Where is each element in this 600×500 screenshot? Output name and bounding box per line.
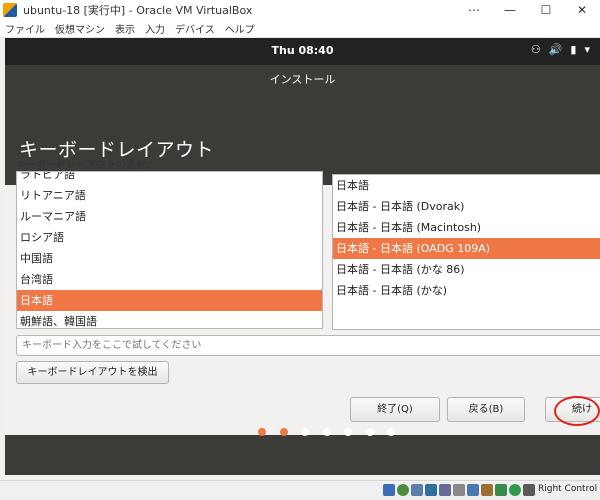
variant-list[interactable]: 日本語 日本語 - 日本語 (Dvorak) 日本語 - 日本語 (Macint…	[332, 174, 600, 330]
keyboard-test-input[interactable]	[16, 335, 600, 356]
list-item[interactable]: 日本語	[333, 175, 600, 196]
installer-footer	[5, 435, 600, 475]
menu-devices[interactable]: デバイス	[170, 21, 220, 36]
audio-icon[interactable]	[411, 484, 423, 496]
detect-layout-button[interactable]: キーボードレイアウトを検出	[16, 361, 169, 384]
progress-dot	[279, 428, 288, 436]
battery-icon[interactable]: ▮	[570, 43, 576, 56]
ubuntu-top-bar: Thu 08:40 ⚇ 🔊 ▮ ▾	[5, 38, 600, 65]
display-icon[interactable]	[467, 484, 479, 496]
virtualbox-logo-icon	[3, 3, 17, 17]
shared-folders-icon[interactable]	[453, 484, 465, 496]
list-item-selected[interactable]: 日本語	[17, 290, 322, 311]
network-adapter-icon[interactable]	[425, 484, 437, 496]
list-item[interactable]: 台湾語	[17, 269, 322, 290]
menu-view[interactable]: 表示	[110, 21, 140, 36]
usb-icon[interactable]	[439, 484, 451, 496]
keyboard-icon[interactable]	[523, 484, 535, 496]
progress-dot	[258, 428, 266, 436]
progress-dot	[365, 428, 374, 436]
window-titlebar: ubuntu-18 [実行中] - Oracle VM VirtualBox ⋯…	[0, 0, 600, 20]
list-item[interactable]: 日本語 - 日本語 (かな 86)	[333, 259, 600, 280]
clock[interactable]: Thu 08:40	[5, 44, 600, 57]
menu-file[interactable]: ファイル	[0, 21, 50, 36]
list-item[interactable]: 日本語 - 日本語 (かな)	[333, 280, 600, 301]
mouse-integration-icon[interactable]	[509, 484, 521, 496]
list-item[interactable]: ラトビア語	[17, 172, 322, 185]
menu-machine[interactable]: 仮想マシン	[50, 21, 110, 36]
installer-window-title: インストール	[269, 73, 336, 86]
host-key-label: Right Control	[538, 484, 598, 494]
guest-screen: Thu 08:40 ⚇ 🔊 ▮ ▾ インストール キーボードレイアウト キーボー…	[5, 38, 600, 480]
recording-icon[interactable]	[481, 484, 493, 496]
annotation-circle	[554, 396, 600, 426]
list-item[interactable]: ルーマニア語	[17, 206, 322, 227]
quit-button[interactable]: 終了(Q)	[350, 397, 440, 422]
cpu-icon[interactable]	[495, 484, 507, 496]
chevron-down-icon[interactable]: ▾	[584, 43, 590, 56]
language-list[interactable]: ラトビア語 リトアニア語 ルーマニア語 ロシア語 中国語 台湾語 日本語 朝鮮語…	[16, 171, 323, 329]
menu-input[interactable]: 入力	[140, 21, 170, 36]
network-icon[interactable]: ⚇	[531, 43, 541, 56]
list-item[interactable]: 中国語	[17, 248, 322, 269]
list-item[interactable]: ロシア語	[17, 227, 322, 248]
window-title: ubuntu-18 [実行中] - Oracle VM VirtualBox	[23, 4, 253, 17]
more-options-icon[interactable]: ⋯	[456, 0, 492, 20]
hard-disk-icon[interactable]	[383, 484, 395, 496]
maximize-icon[interactable]: ☐	[528, 0, 564, 20]
optical-drive-icon[interactable]	[397, 484, 409, 496]
volume-icon[interactable]: 🔊	[549, 43, 563, 56]
list-item[interactable]: 日本語 - 日本語 (Macintosh)	[333, 217, 600, 238]
progress-dot	[301, 428, 309, 436]
menubar: ファイル 仮想マシン 表示 入力 デバイス ヘルプ	[0, 20, 600, 38]
list-item[interactable]: リトアニア語	[17, 185, 322, 206]
progress-dot	[344, 428, 352, 436]
minimize-icon[interactable]: —	[492, 0, 528, 20]
list-item[interactable]: 日本語 - 日本語 (Dvorak)	[333, 196, 600, 217]
list-item[interactable]: 朝鮮語、韓国語	[17, 311, 322, 328]
progress-dot	[387, 428, 395, 436]
system-tray[interactable]: ⚇ 🔊 ▮ ▾	[531, 43, 590, 56]
menu-help[interactable]: ヘルプ	[220, 21, 260, 36]
back-button[interactable]: 戻る(B)	[447, 397, 525, 422]
layout-label: キーボードレイアウトの選択:	[16, 160, 150, 171]
close-icon[interactable]: ✕	[564, 0, 600, 20]
progress-dot	[322, 428, 331, 436]
list-item-selected[interactable]: 日本語 - 日本語 (OADG 109A)	[333, 238, 600, 259]
